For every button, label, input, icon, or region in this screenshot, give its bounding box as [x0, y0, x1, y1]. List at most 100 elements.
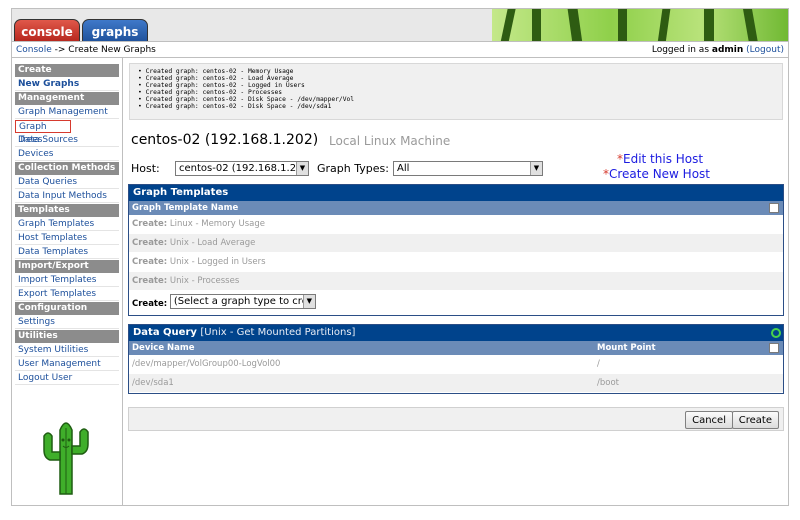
- sidebar-item-user-management[interactable]: User Management: [15, 358, 119, 371]
- message-line: Created graph: centos-02 - Load Average: [138, 75, 782, 82]
- mount-point-column: Mount Point: [597, 343, 656, 353]
- graph-template-row[interactable]: Create: Unix - Load Average: [129, 234, 783, 253]
- create-prefix: Create:: [132, 299, 168, 309]
- breadcrumb-console-link[interactable]: Console: [16, 45, 52, 55]
- breadcrumb: Console -> Create New Graphs: [16, 45, 156, 55]
- device-name-column: Device Name: [132, 343, 195, 353]
- graph-template-name: Unix - Load Average: [169, 238, 256, 248]
- sidebar-item-graph-templates[interactable]: Graph Templates: [15, 218, 119, 231]
- sidebar-item-data-templates[interactable]: Data Templates: [15, 246, 119, 259]
- sidebar-item-settings[interactable]: Settings: [15, 316, 119, 329]
- cancel-button[interactable]: Cancel: [685, 411, 733, 429]
- cactus-logo-icon: [43, 422, 89, 495]
- breadcrumb-bar: Console -> Create New Graphs Logged in a…: [11, 42, 789, 58]
- device-name: /dev/mapper/VolGroup00-LogVol00: [132, 359, 281, 369]
- tab-graphs[interactable]: graphs: [82, 19, 148, 41]
- graph-template-name: Unix - Logged in Users: [169, 257, 266, 267]
- graph-templates-title: Graph Templates: [129, 185, 783, 201]
- sidebar: Create New Graphs Management Graph Manag…: [11, 58, 123, 506]
- sidebar-item-data-input-methods[interactable]: Data Input Methods: [15, 190, 119, 203]
- tab-console[interactable]: console: [14, 19, 80, 41]
- message-line: Created graph: centos-02 - Logged in Use…: [138, 82, 782, 89]
- reload-query-icon[interactable]: [771, 328, 781, 338]
- message-box: Created graph: centos-02 - Memory Usage …: [129, 63, 783, 120]
- main-tabs: console graphs: [14, 19, 148, 41]
- host-select-value: centos-02 (192.168.1.202): [179, 163, 309, 174]
- graph-template-name-column: Graph Template Name: [132, 203, 239, 213]
- graph-template-row[interactable]: Create: Unix - Logged in Users: [129, 253, 783, 272]
- sidebar-item-graph-management[interactable]: Graph Management: [15, 106, 119, 119]
- select-all-checkbox[interactable]: [769, 343, 779, 353]
- data-query-column-header: Device Name Mount Point: [129, 341, 783, 355]
- data-query-row[interactable]: /dev/mapper/VolGroup00-LogVol00 /: [129, 355, 783, 374]
- sidebar-header-create: Create: [15, 64, 119, 77]
- sidebar-item-export-templates[interactable]: Export Templates: [15, 288, 119, 301]
- data-query-subtitle: [Unix - Get Mounted Partitions]: [200, 327, 356, 338]
- mount-point: /boot: [597, 378, 619, 388]
- graph-template-name: Linux - Memory Usage: [169, 219, 266, 229]
- graph-templates-panel: Graph Templates Graph Template Name Crea…: [128, 184, 784, 316]
- graph-type-select[interactable]: (Select a graph type to create) ▼: [169, 294, 316, 309]
- sidebar-item-data-queries[interactable]: Data Queries: [15, 176, 119, 189]
- message-line: Created graph: centos-02 - Processes: [138, 89, 782, 96]
- mount-point: /: [597, 359, 600, 369]
- data-query-row[interactable]: /dev/sda1 /boot: [129, 374, 783, 393]
- create-graph-type-row: Create: (Select a graph type to create) …: [129, 291, 783, 310]
- host-description: Local Linux Machine: [329, 134, 451, 148]
- device-name: /dev/sda1: [132, 378, 174, 388]
- top-header: console graphs: [11, 8, 789, 42]
- create-host-label: Create New Host: [609, 167, 710, 181]
- sidebar-item-host-templates[interactable]: Host Templates: [15, 232, 119, 245]
- sidebar-header-utilities: Utilities: [15, 330, 119, 343]
- breadcrumb-separator: ->: [54, 44, 66, 55]
- edit-host-link[interactable]: *Edit this Host: [617, 152, 703, 166]
- login-prefix: Logged in as: [651, 44, 710, 55]
- sidebar-header-templates: Templates: [15, 204, 119, 217]
- chevron-down-icon: ▼: [302, 295, 315, 308]
- cactus-banner-image: [492, 9, 788, 41]
- graph-type-select-value: (Select a graph type to create): [173, 296, 316, 307]
- sidebar-item-logout-user[interactable]: Logout User: [15, 372, 119, 385]
- select-all-checkbox[interactable]: [769, 203, 779, 213]
- host-label: Host:: [131, 162, 160, 175]
- create-prefix: Create:: [132, 257, 168, 267]
- host-title: centos-02 (192.168.1.202): [131, 132, 319, 148]
- sidebar-item-new-graphs[interactable]: New Graphs: [15, 78, 119, 91]
- login-status: Logged in as admin (Logout): [652, 45, 784, 55]
- data-query-title-bar: Data Query [Unix - Get Mounted Partition…: [129, 325, 783, 341]
- graph-template-row[interactable]: Create: Unix - Processes: [129, 272, 783, 291]
- sidebar-item-graph-trees[interactable]: Graph Trees: [15, 120, 71, 145]
- sidebar-header-configuration: Configuration: [15, 302, 119, 315]
- create-prefix: Create:: [132, 238, 168, 248]
- logout-link[interactable]: (Logout): [746, 45, 784, 55]
- sidebar-item-system-utilities[interactable]: System Utilities: [15, 344, 119, 357]
- graph-types-label: Graph Types:: [317, 162, 389, 175]
- sidebar-header-import-export: Import/Export: [15, 260, 119, 273]
- chevron-down-icon: ▼: [296, 162, 308, 175]
- action-bar: Cancel Create: [128, 407, 784, 431]
- sidebar-item-data-sources[interactable]: Data Sources: [15, 134, 119, 147]
- message-line: Created graph: centos-02 - Disk Space - …: [138, 103, 782, 110]
- graph-types-select[interactable]: All ▼: [393, 161, 543, 176]
- login-username: admin: [711, 44, 744, 55]
- data-query-title: Data Query: [133, 327, 197, 338]
- create-button[interactable]: Create: [731, 411, 779, 429]
- data-query-panel: Data Query [Unix - Get Mounted Partition…: [128, 324, 784, 394]
- graph-templates-column-header: Graph Template Name: [129, 201, 783, 215]
- create-prefix: Create:: [132, 276, 168, 286]
- graph-template-name: Unix - Processes: [169, 276, 240, 286]
- sidebar-item-import-templates[interactable]: Import Templates: [15, 274, 119, 287]
- main-content: Created graph: centos-02 - Memory Usage …: [123, 58, 789, 506]
- message-line: Created graph: centos-02 - Memory Usage: [138, 68, 782, 75]
- sidebar-header-management: Management: [15, 92, 119, 105]
- host-select[interactable]: centos-02 (192.168.1.202) ▼: [175, 161, 309, 176]
- edit-host-label: Edit this Host: [623, 152, 704, 166]
- sidebar-item-devices[interactable]: Devices: [15, 148, 119, 161]
- create-host-link[interactable]: *Create New Host: [603, 167, 710, 181]
- chevron-down-icon: ▼: [530, 162, 542, 175]
- graph-template-row[interactable]: Create: Linux - Memory Usage: [129, 215, 783, 234]
- message-line: Created graph: centos-02 - Disk Space - …: [138, 96, 782, 103]
- breadcrumb-current: Create New Graphs: [68, 44, 156, 55]
- sidebar-header-collection-methods: Collection Methods: [15, 162, 119, 175]
- create-prefix: Create:: [132, 219, 168, 229]
